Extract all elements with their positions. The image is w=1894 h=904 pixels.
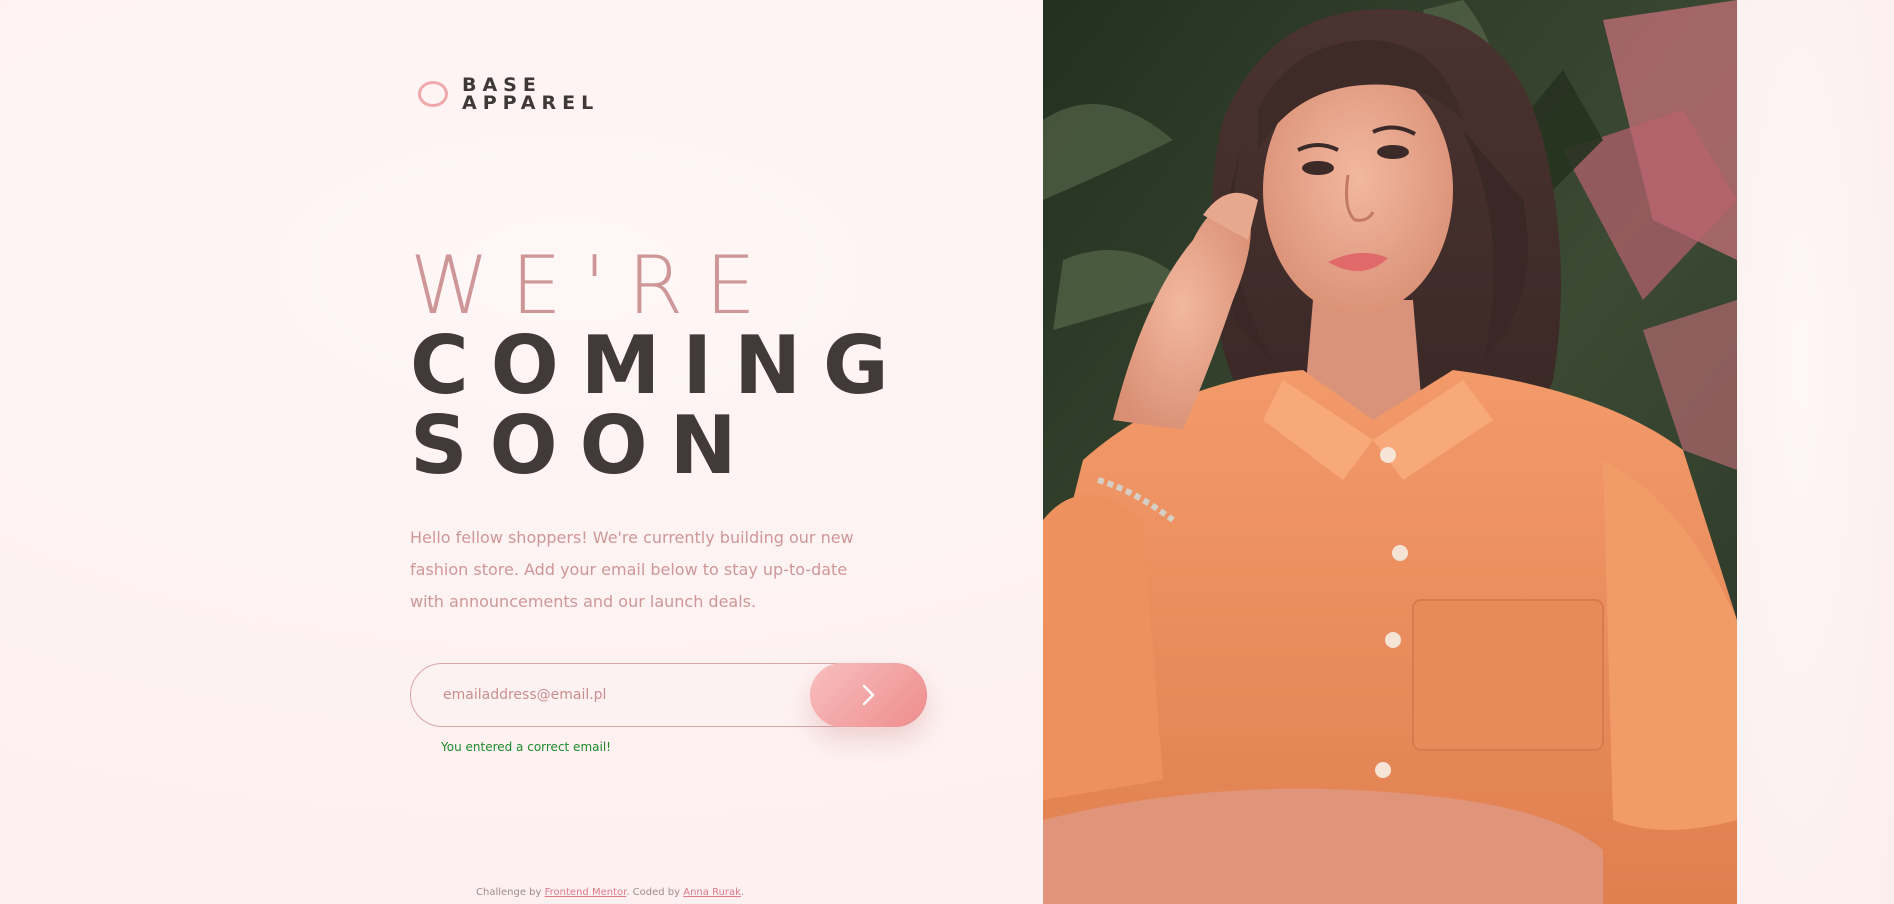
brand-line-2: APPAREL xyxy=(462,92,600,114)
headline-line-1: WE'RE xyxy=(410,239,778,332)
left-pane: BASE APPAREL WE'RE COMING SOON Hello fel… xyxy=(0,0,1043,904)
logo-text: BASE APPAREL xyxy=(462,76,600,114)
logo-ring-icon xyxy=(418,81,448,107)
author-link[interactable]: Anna Rurak xyxy=(683,887,741,898)
submit-button[interactable] xyxy=(810,663,927,727)
headline-line-2: COMING xyxy=(410,319,911,412)
attribution: Challenge by Frontend Mentor. Coded by A… xyxy=(476,887,744,898)
page-headline: WE'RE COMING SOON xyxy=(410,246,911,486)
intro-description: Hello fellow shoppers! We're currently b… xyxy=(410,528,854,611)
headline-line-3: SOON xyxy=(410,399,759,492)
email-signup-form xyxy=(410,663,927,727)
hero-photo xyxy=(1043,0,1737,904)
chevron-right-icon xyxy=(862,684,874,706)
right-background-strip xyxy=(1737,0,1894,904)
hero-image xyxy=(1043,0,1737,904)
brand-logo[interactable]: BASE APPAREL xyxy=(418,76,600,114)
email-input[interactable] xyxy=(411,664,811,726)
attribution-prefix: Challenge by xyxy=(476,887,542,898)
attribution-middle: . Coded by xyxy=(626,887,681,898)
frontend-mentor-link[interactable]: Frontend Mentor xyxy=(545,887,627,898)
attribution-suffix: . xyxy=(740,887,745,898)
email-feedback-message: You entered a correct email! xyxy=(441,740,611,754)
